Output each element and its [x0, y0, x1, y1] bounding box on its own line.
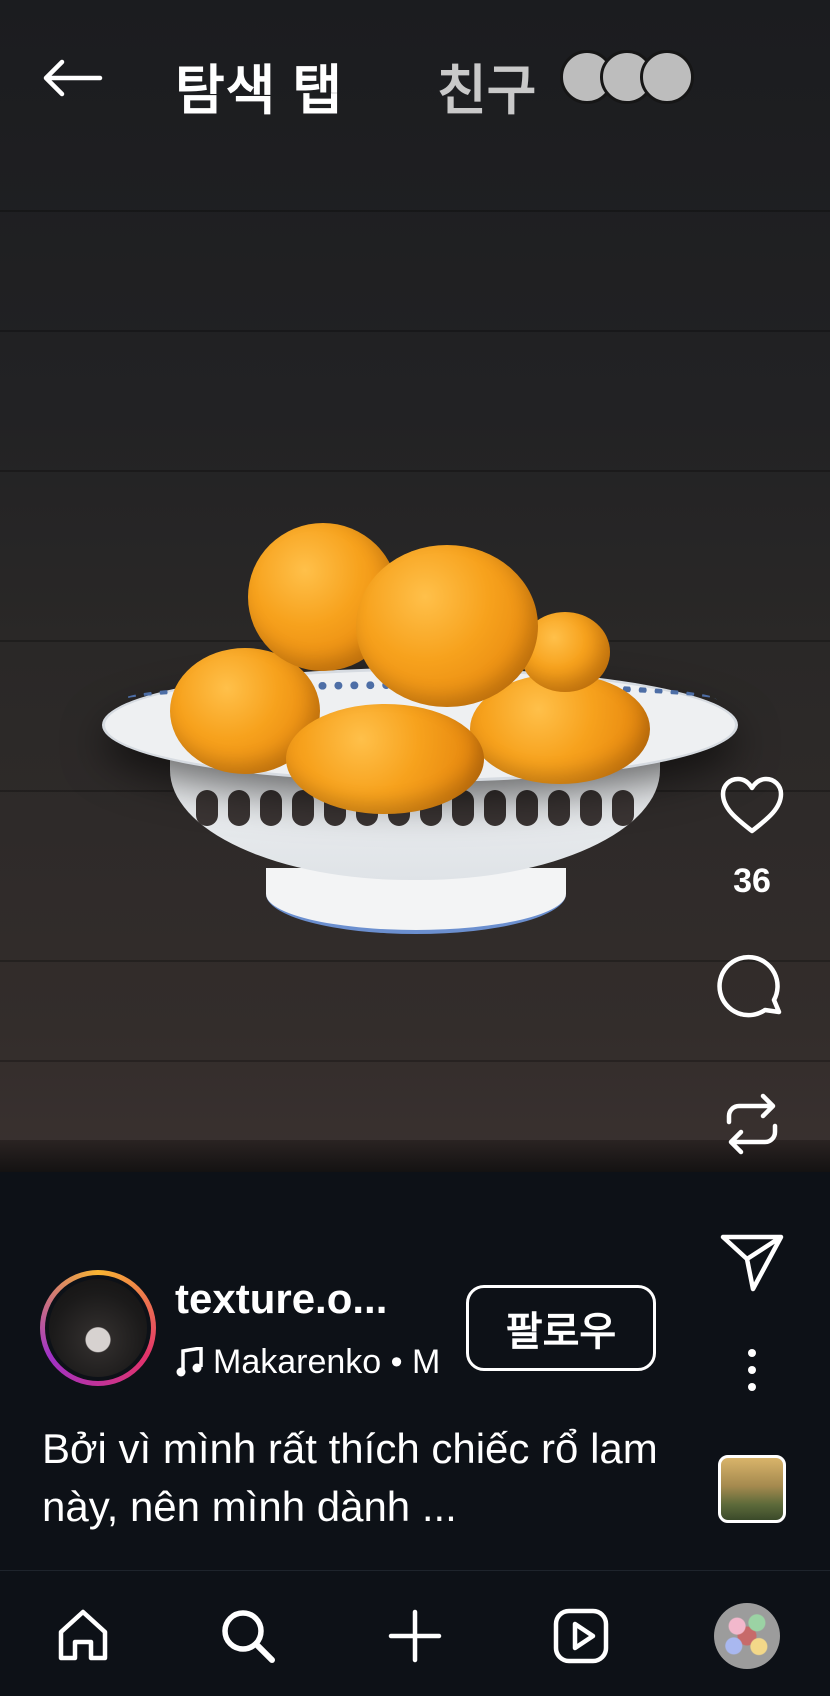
repost-button[interactable]	[714, 1088, 790, 1160]
post-media[interactable]	[0, 0, 830, 1172]
username[interactable]: texture.o...	[175, 1275, 425, 1323]
tab-friends[interactable]: 친구	[437, 46, 536, 125]
page-title[interactable]: 탐색 탭	[175, 46, 343, 125]
comment-icon	[717, 954, 782, 1018]
nav-profile[interactable]	[712, 1601, 782, 1671]
more-options-button[interactable]	[714, 1346, 790, 1394]
send-icon	[720, 1234, 784, 1292]
orange	[356, 545, 538, 707]
search-icon	[222, 1610, 275, 1663]
share-button[interactable]	[714, 1226, 790, 1298]
home-icon	[58, 1609, 108, 1661]
audio-thumbnail[interactable]	[718, 1455, 786, 1523]
avatar	[49, 1279, 147, 1377]
more-vertical-icon	[748, 1349, 756, 1391]
profile-avatar	[714, 1603, 780, 1669]
music-track[interactable]: Makarenko • M	[175, 1340, 450, 1384]
like-button[interactable]	[714, 770, 790, 842]
bottom-nav	[0, 1570, 830, 1696]
reels-icon	[553, 1608, 609, 1664]
music-label: Makarenko • M	[213, 1342, 441, 1381]
top-bar: 탐색 탭 친구	[0, 38, 830, 121]
author-avatar[interactable]	[40, 1270, 156, 1386]
comment-button[interactable]	[714, 952, 790, 1024]
nav-home[interactable]	[48, 1601, 118, 1671]
back-arrow-icon[interactable]	[40, 58, 104, 98]
repost-icon	[726, 1093, 778, 1155]
follow-button[interactable]: 팔로우	[466, 1285, 656, 1371]
heart-icon	[720, 776, 784, 834]
music-note-icon	[176, 1347, 203, 1377]
orange	[286, 704, 484, 814]
nav-search[interactable]	[213, 1601, 283, 1671]
nav-create[interactable]	[380, 1601, 450, 1671]
like-count: 36	[733, 862, 771, 900]
post-caption[interactable]: Bởi vì mình rất thích chiếc rổ lam này, …	[42, 1420, 702, 1536]
table-edge	[0, 1140, 830, 1172]
friend-avatars[interactable]	[560, 50, 700, 104]
plus-icon	[388, 1609, 442, 1663]
nav-reels[interactable]	[546, 1601, 616, 1671]
